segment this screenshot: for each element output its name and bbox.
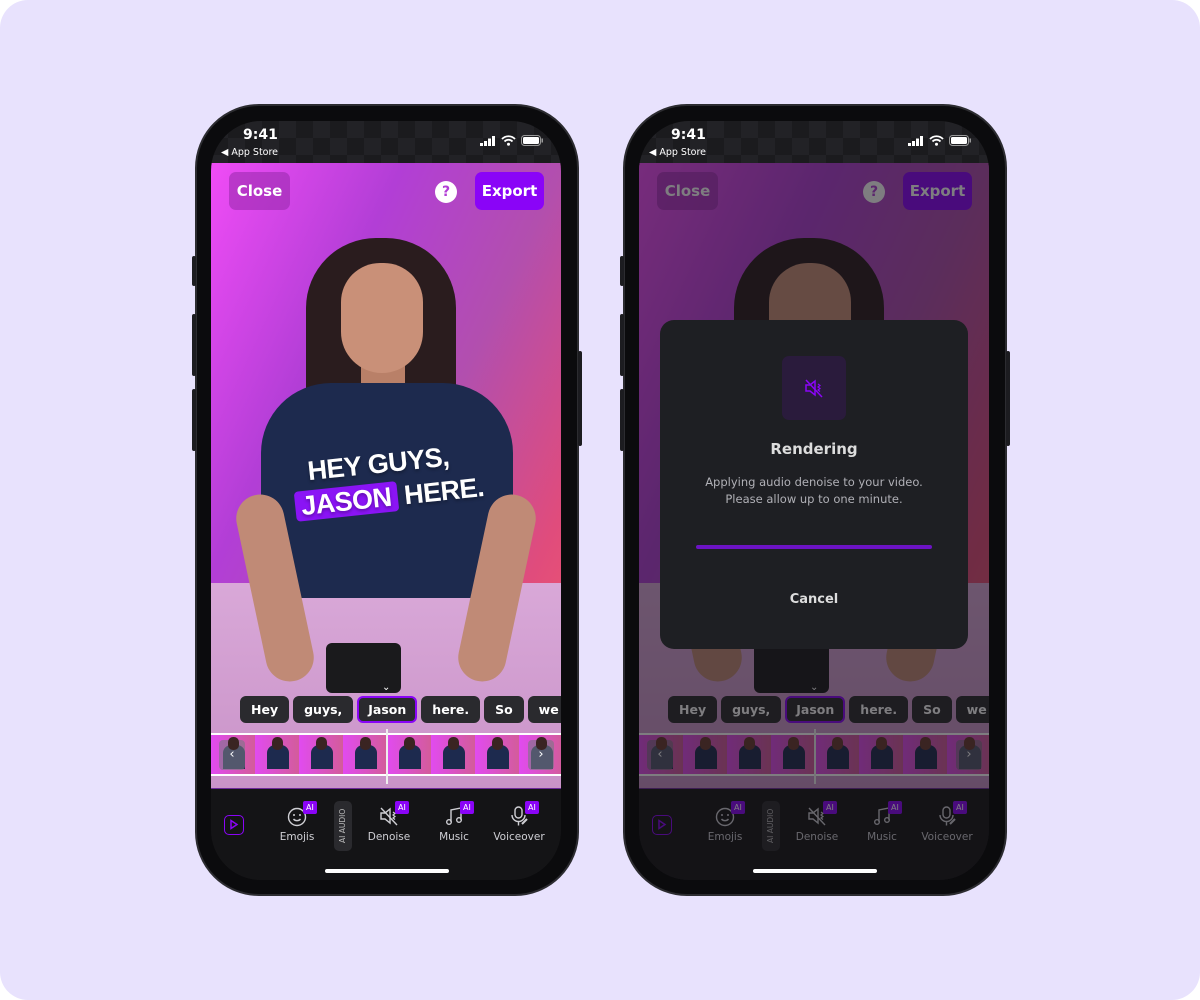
phone: 9:41 ◀ App Store HEY GUYS, JASON HERE. C… [192,104,582,896]
home-indicator [753,869,877,873]
battery-icon [521,135,543,146]
back-label: App Store [659,147,707,158]
transcript-words: Heyguys,Jasonhere.Sowehave [240,696,561,723]
back-to-app-store-link[interactable]: ◀ App Store [649,147,706,158]
word-chip[interactable]: we [527,696,561,723]
timeline-frame [475,735,519,774]
word-chip[interactable]: Jason [357,696,418,723]
export-button[interactable]: Export [475,172,544,210]
wifi-icon [501,135,516,146]
screen: 9:41 ◀ App Store Close ? Export ⌄ Heyguy… [639,121,989,880]
playhead[interactable] [386,729,388,784]
tool-label: Denoise [367,831,411,843]
rendering-dialog: Rendering Applying audio denoise to your… [660,320,968,649]
ai-badge: AI [303,801,317,814]
ai-badge: AI [525,801,539,814]
home-indicator [325,869,449,873]
word-chip[interactable]: here. [421,696,481,723]
timeline-frame [299,735,343,774]
timeline-frame [387,735,431,774]
back-to-app-store-link[interactable]: ◀ App Store [221,147,278,158]
ai-badge: AI [395,801,409,814]
status-time: 9:41 [671,127,706,143]
video-preview[interactable]: HEY GUYS, JASON HERE. Close ? Export ⌄ H… [211,163,561,788]
tool-music[interactable]: AI Music [419,801,489,843]
render-progress-bar [696,545,932,549]
ai-audio-section-label: AI AUDIO [334,801,352,851]
phone: 9:41 ◀ App Store Close ? Export ⌄ Heyguy… [620,104,1010,896]
ai-badge: AI [460,801,474,814]
bottom-toolbar: AI Emojis AI AUDIO AI Denoise AI Music A… [211,788,561,880]
render-progress-fill [696,545,932,549]
wifi-icon [929,135,944,146]
screen: 9:41 ◀ App Store HEY GUYS, JASON HERE. C… [211,121,561,880]
word-chip[interactable]: guys, [293,696,354,723]
tool-emojis[interactable]: AI Emojis [262,801,332,843]
caption-rest: HERE. [402,472,486,511]
status-bar: 9:41 ◀ App Store [639,121,989,163]
denoise-icon [782,356,846,420]
dialog-message-line-1: Applying audio denoise to your video. [705,475,923,489]
signal-icon [480,135,495,146]
timeline-frame [343,735,387,774]
tool-denoise[interactable]: AI Denoise [354,801,424,843]
word-chip[interactable]: Hey [240,696,290,723]
tool-voiceover[interactable]: AI Voiceover [484,801,554,843]
signal-icon [908,135,923,146]
dialog-message-line-2: Please allow up to one minute. [725,492,903,506]
close-button[interactable]: Close [229,172,290,210]
play-icon[interactable] [224,815,244,835]
back-label: App Store [231,147,279,158]
battery-icon [949,135,971,146]
timeline-frame [431,735,475,774]
help-icon[interactable]: ? [435,181,457,203]
tool-label: Music [439,831,469,843]
chevron-down-icon: ⌄ [382,682,391,693]
word-chip[interactable]: So [484,696,524,723]
status-bar: 9:41 ◀ App Store [211,121,561,163]
timeline-frame [255,735,299,774]
background [0,0,1200,1000]
status-time: 9:41 [243,127,278,143]
cancel-button[interactable]: Cancel [660,592,968,607]
tool-label: Voiceover [493,831,545,843]
dialog-title: Rendering [770,440,858,458]
tool-label: Emojis [279,831,315,843]
